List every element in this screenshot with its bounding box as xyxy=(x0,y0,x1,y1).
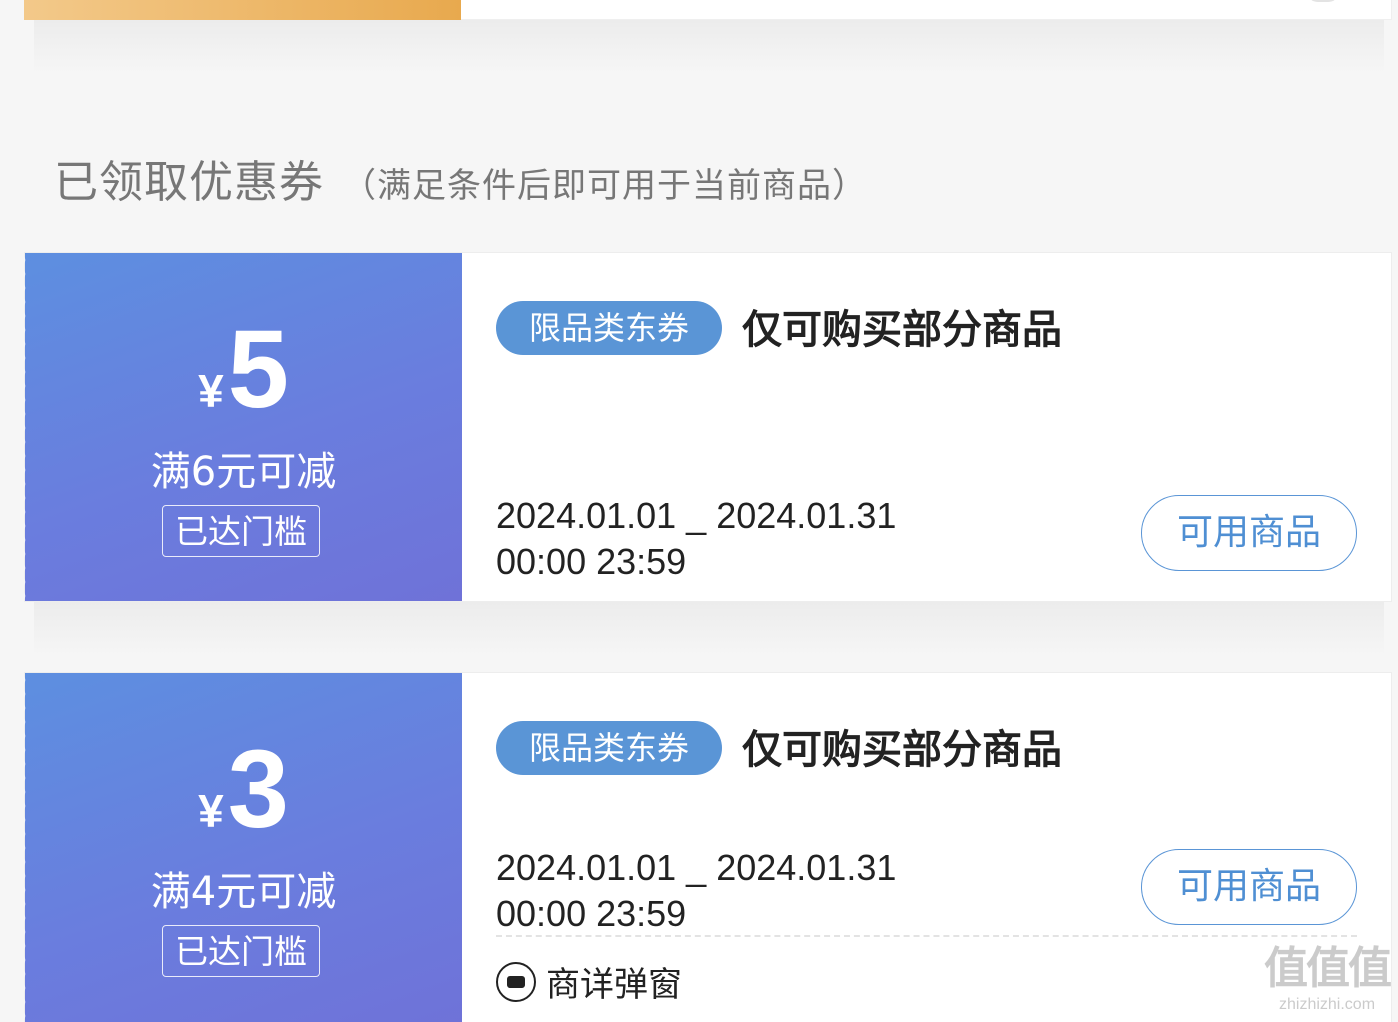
currency-symbol: ¥ xyxy=(198,785,224,837)
section-title-text: 已领取优惠券 xyxy=(54,157,324,208)
product-detail-popup-row[interactable]: 商详弹窗 xyxy=(496,957,682,1006)
previous-coupon-card[interactable] xyxy=(24,0,1392,20)
coupon-card[interactable]: ¥ 5 满6元可减 已达门槛 限品类东券 仅可购买部分商品 2024.01.01… xyxy=(20,252,1392,602)
card-shadow xyxy=(34,602,1384,656)
amount-value: 5 xyxy=(227,308,289,431)
watermark: 值值值 zhizhizhi.com xyxy=(1264,932,1392,1014)
coupon-amount-panel: ¥ 5 满6元可减 已达门槛 xyxy=(20,253,462,601)
coupon-validity: 2024.01.01 _ 2024.01.31 00:00 23:59 xyxy=(496,493,896,585)
coupon-amount-panel: ¥ 3 满4元可减 已达门槛 xyxy=(20,673,462,1022)
card-shadow xyxy=(34,20,1384,74)
coupon-title: 仅可购买部分商品 xyxy=(742,727,1062,773)
validity-dates: 2024.01.01 _ 2024.01.31 xyxy=(496,495,897,536)
watermark-url: zhizhizhi.com xyxy=(1278,996,1376,1013)
coupon-type-tag: 限品类东券 xyxy=(496,301,722,355)
divider xyxy=(496,935,1357,937)
coupon-type-tag: 限品类东券 xyxy=(496,721,722,775)
available-goods-button[interactable]: 可用商品 xyxy=(1141,495,1357,571)
coupon-info: 限品类东券 仅可购买部分商品 2024.01.01 _ 2024.01.31 0… xyxy=(462,673,1391,1022)
validity-times: 00:00 23:59 xyxy=(496,893,687,934)
coupon-card[interactable]: ¥ 3 满4元可减 已达门槛 限品类东券 仅可购买部分商品 2024.01.01… xyxy=(20,672,1392,1022)
coupon-title: 仅可购买部分商品 xyxy=(742,307,1062,353)
coupon-page: 已领取优惠券 （满足条件后即可用于当前商品） ¥ 5 满6元可减 已达门槛 限品类… xyxy=(0,0,1398,1022)
previous-coupon-amount-panel xyxy=(24,0,461,20)
coupon-condition: 满6元可减 xyxy=(150,449,337,495)
coupon-amount: ¥ 3 xyxy=(25,735,462,845)
amount-value: 3 xyxy=(227,728,289,851)
threshold-badge: 已达门槛 xyxy=(162,925,320,977)
section-subtitle: （满足条件后即可用于当前商品） xyxy=(342,166,867,206)
coupon-validity: 2024.01.01 _ 2024.01.31 00:00 23:59 xyxy=(496,845,896,937)
coupon-condition: 满4元可减 xyxy=(150,869,337,915)
previous-coupon-info xyxy=(461,0,1392,20)
validity-times: 00:00 23:59 xyxy=(496,541,687,582)
watermark-logo: 值值值 xyxy=(1264,944,1392,993)
threshold-badge: 已达门槛 xyxy=(162,505,320,557)
currency-symbol: ¥ xyxy=(198,365,224,417)
ticket-icon xyxy=(496,961,536,1002)
coupon-info: 限品类东券 仅可购买部分商品 2024.01.01 _ 2024.01.31 0… xyxy=(462,253,1391,601)
available-goods-button[interactable]: 可用商品 xyxy=(1141,849,1357,925)
validity-dates: 2024.01.01 _ 2024.01.31 xyxy=(496,847,897,888)
coupon-amount: ¥ 5 xyxy=(25,315,462,425)
popup-label: 商详弹窗 xyxy=(546,965,682,1005)
section-title: 已领取优惠券 （满足条件后即可用于当前商品） xyxy=(54,146,867,210)
